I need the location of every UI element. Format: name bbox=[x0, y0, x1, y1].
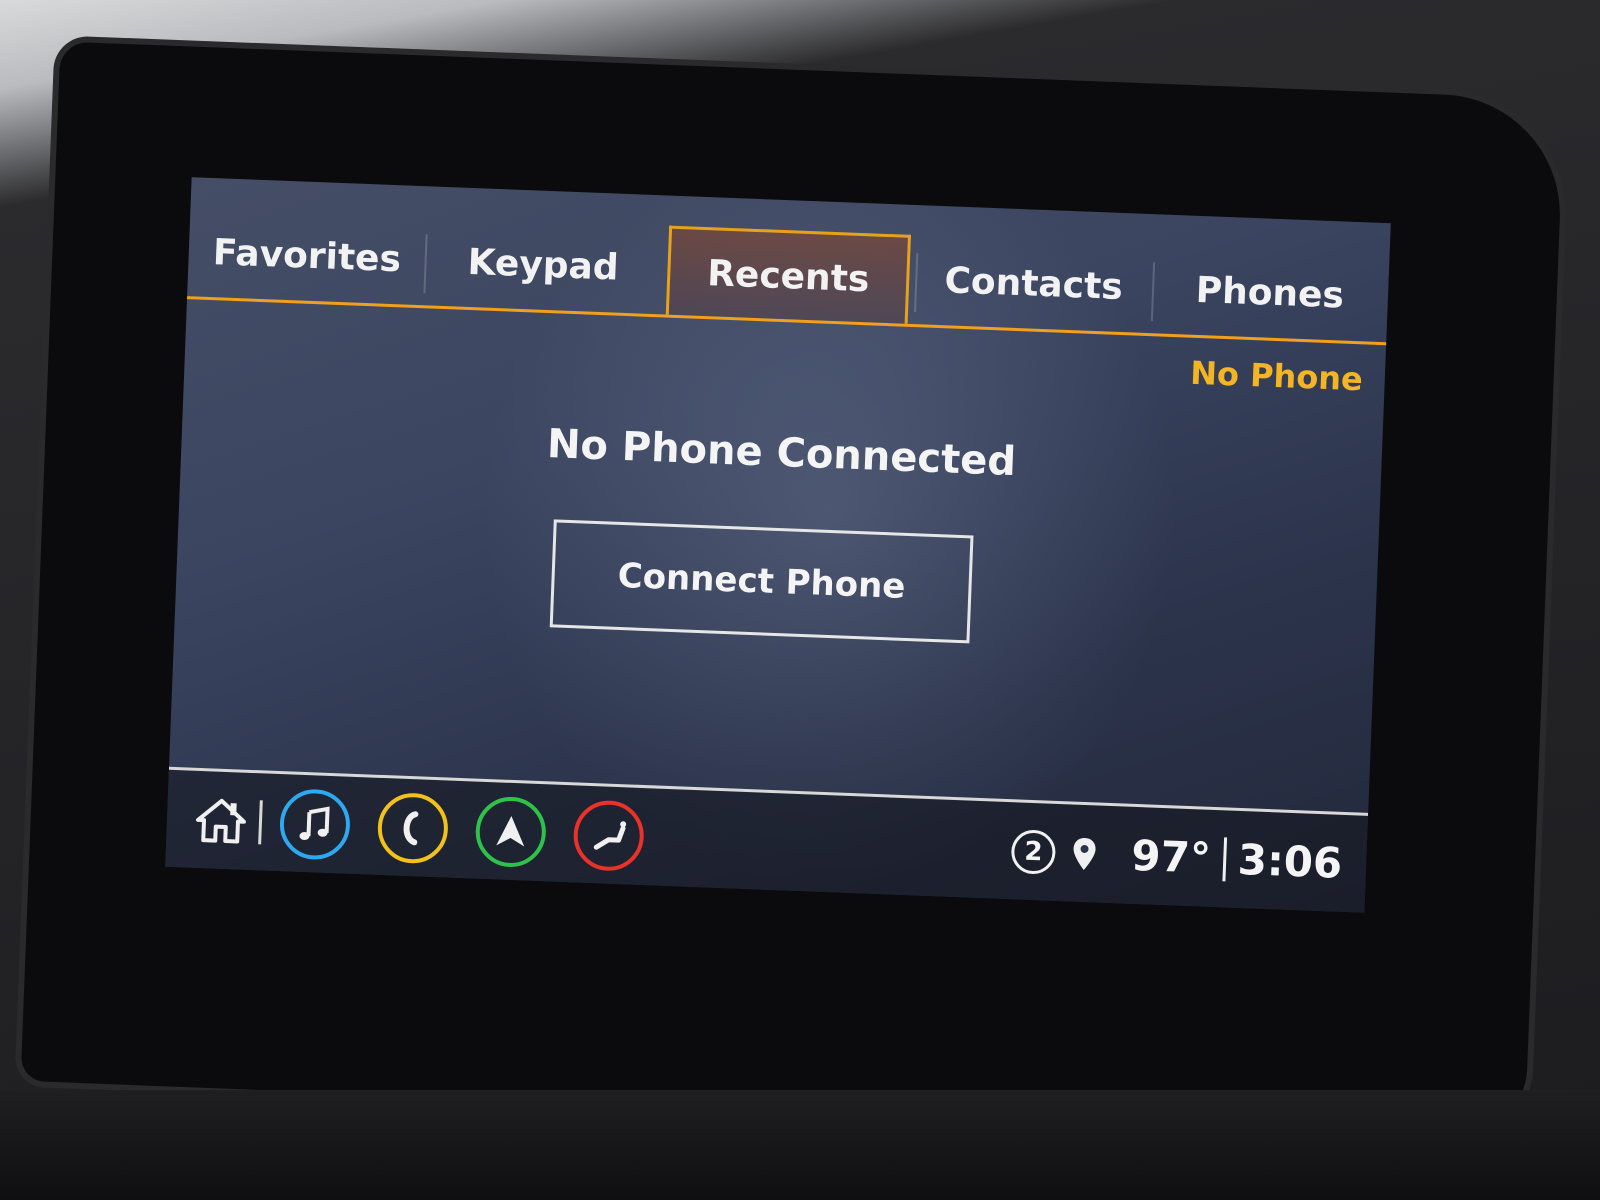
tab-phones[interactable]: Phones bbox=[1150, 244, 1390, 342]
phone-status-label: No Phone bbox=[1189, 353, 1364, 399]
tab-recents[interactable]: Recents bbox=[665, 225, 912, 324]
connect-phone-button[interactable]: Connect Phone bbox=[549, 519, 974, 644]
bar-divider bbox=[258, 799, 263, 844]
clock: 3:06 bbox=[1236, 834, 1344, 888]
car-interior-scene: Favorites Keypad Recents Contacts Phones… bbox=[0, 0, 1600, 1200]
status-divider bbox=[1221, 836, 1227, 881]
home-icon[interactable] bbox=[190, 789, 252, 851]
dashboard-panel bbox=[0, 1090, 1600, 1200]
tab-keypad[interactable]: Keypad bbox=[423, 216, 663, 314]
no-phone-message: No Phone Connected bbox=[546, 421, 1017, 486]
phone-tab-bar: Favorites Keypad Recents Contacts Phones bbox=[187, 207, 1390, 346]
navigation-arrow-icon[interactable] bbox=[474, 795, 548, 868]
tab-contacts[interactable]: Contacts bbox=[914, 235, 1154, 333]
status-area: 2 97° 3:06 bbox=[1010, 826, 1344, 888]
music-note-icon[interactable] bbox=[278, 787, 352, 861]
location-pin-icon bbox=[1071, 835, 1098, 872]
temperature-readout: 97° bbox=[1130, 830, 1212, 883]
notification-count-badge[interactable]: 2 bbox=[1010, 828, 1057, 875]
infotainment-screen: Favorites Keypad Recents Contacts Phones… bbox=[165, 177, 1391, 913]
tab-favorites[interactable]: Favorites bbox=[187, 207, 427, 305]
phone-icon[interactable] bbox=[376, 791, 450, 865]
seat-icon[interactable] bbox=[572, 798, 646, 872]
